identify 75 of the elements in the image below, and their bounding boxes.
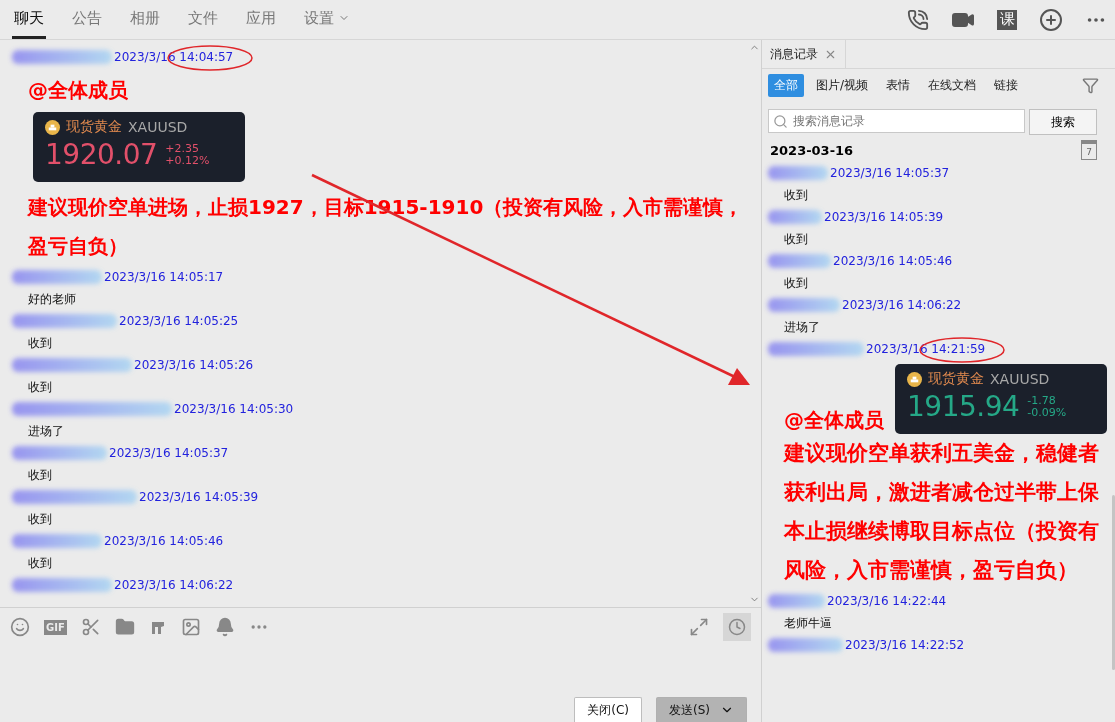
quote-change: +2.35 [165,142,200,155]
message-time: 2023/3/16 14:06:22 [842,298,962,312]
message-text: 收到 [27,466,53,484]
message-time: 2023/3/16 14:22:44 [827,594,947,608]
message-text: 收到 [27,378,53,396]
blurred-name [768,166,828,180]
nav-tab[interactable]: 公告 [70,0,104,39]
phone-icon[interactable] [907,8,929,31]
nav-tab[interactable]: 设置 [302,0,352,39]
message-time: 2023/3/16 14:05:25 [119,314,239,328]
message-text: 好的老师 [27,290,77,308]
blurred-name [768,210,822,224]
filter-tab[interactable]: 表情 [880,74,917,97]
quote-name: 现货黄金 [928,370,984,388]
filter-tab[interactable]: 在线文档 [922,74,983,97]
history-button[interactable] [723,613,751,641]
quote-change-percent: -0.09% [1027,406,1067,419]
quote-price: 1920.07 [45,138,158,171]
quote-name: 现货黄金 [66,118,122,136]
search-field[interactable]: 搜索消息记录 [768,109,1025,133]
folder-icon[interactable] [114,617,135,637]
message-time: 2023/3/16 14:05:39 [824,210,944,224]
search-button[interactable]: 搜索 [1029,109,1097,135]
calendar-icon[interactable]: 7 [1081,140,1097,160]
filter-tab[interactable]: 图片/视频 [810,74,875,97]
nav-tab[interactable]: 文件 [186,0,220,39]
message-text: 老师牛逼 [783,614,833,632]
coin-icon [45,119,60,135]
scrollbar-thumb[interactable] [1112,495,1115,670]
history-tab[interactable]: 消息记录 [762,40,846,68]
add-icon[interactable] [1039,7,1063,32]
message-time: 2023/3/16 14:05:46 [104,534,224,548]
coin-icon [907,371,922,387]
message-text: 收到 [783,274,809,292]
message-time: 2023/3/16 14:05:37 [830,166,950,180]
message-text: 收到 [783,230,809,248]
quote-change-percent: +0.12% [165,154,210,167]
nav-tab[interactable]: 聊天 [12,0,46,39]
mention-text: @全体成员 [783,407,884,434]
message-text: 收到 [783,186,809,204]
message-text: 收到 [27,334,53,352]
message-time: 2023/3/16 14:05:17 [104,270,224,284]
message-time: 2023/3/16 14:06:22 [114,578,234,592]
nav-tab[interactable]: 应用 [244,0,278,39]
announcement-text: 建议现价空单获利五美金，稳健者获利出局，激进者减仓过半带上保本止损继续博取目标点位（投资有风险，入市需谨慎，盈亏自负） [782,440,1100,584]
quote-symbol: XAUUSD [990,371,1050,387]
quote-symbol: XAUUSD [128,119,188,135]
bell-icon[interactable] [214,617,235,637]
nav-tab[interactable]: 相册 [128,0,162,39]
send-button[interactable]: 发送(S) [656,697,747,722]
blurred-name [768,254,831,268]
image-icon[interactable] [180,617,201,637]
filter-tab[interactable]: 链接 [988,74,1025,97]
message-text: 进场了 [783,318,821,336]
expand-icon[interactable] [689,617,709,637]
message-text: 收到 [27,554,53,572]
message-time: 2023/3/16 14:05:39 [139,490,259,504]
date-heading: 2023-03-16 [770,142,854,158]
emoji-icon[interactable] [10,617,30,637]
message-time: 2023/3/16 14:05:30 [174,402,294,416]
quote-change: -1.78 [1027,394,1057,407]
mention-text: @全体成员 [27,77,129,104]
message-text: 收到 [27,510,53,528]
scissors-icon[interactable] [80,617,101,637]
course-button[interactable]: 课 [997,9,1017,30]
message-time: 2023/3/16 14:05:46 [833,254,953,268]
message-time: 2023/3/16 14:05:37 [109,446,229,460]
blurred-name [768,298,840,312]
message-time: 2023/3/16 14:22:52 [845,638,965,652]
message-text: 进场了 [27,422,65,440]
message-time: 2023/3/16 14:05:26 [134,358,254,372]
blurred-name [768,594,825,608]
quote-price: 1915.94 [907,390,1020,423]
filter-icon[interactable] [1082,77,1099,94]
close-button[interactable]: 关闭(C) [574,697,642,722]
